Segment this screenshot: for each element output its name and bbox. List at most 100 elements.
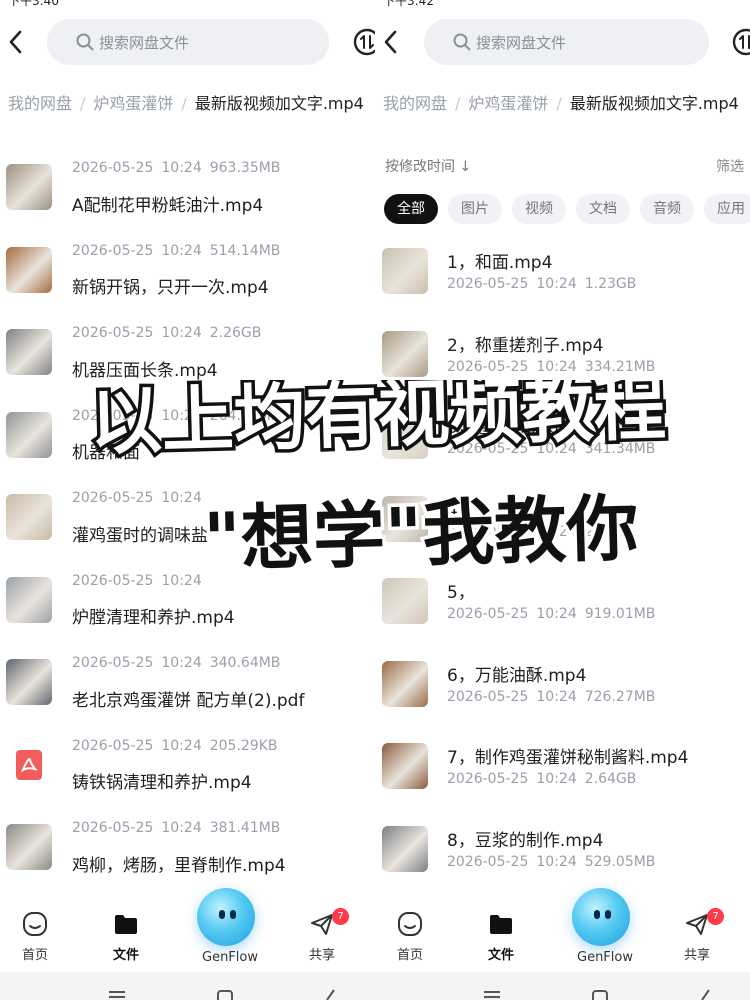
chip-category[interactable]: 应用 — [704, 194, 750, 224]
breadcrumb-folder[interactable]: 炉鸡蛋灌饼 — [93, 94, 173, 113]
video-thumbnail — [6, 576, 52, 623]
sort-toggle-icon[interactable] — [732, 28, 750, 56]
back-nav-icon[interactable] — [322, 988, 340, 1000]
back-arrow-icon[interactable] — [381, 28, 401, 56]
file-date: 2026-05-25 — [447, 771, 529, 787]
bottom-tab-bar: 首页 文件 GenFlow 7 共享 — [0, 888, 375, 970]
file-time: 10:24 — [161, 572, 202, 589]
chip-category[interactable]: 音频 — [640, 194, 694, 224]
file-row[interactable]: 8，豆浆的制作.mp4 2026-05-25 10:24 529.05MB — [375, 818, 750, 901]
file-date: 2026-05-25 — [72, 737, 154, 754]
file-time: 10:24 — [536, 441, 577, 457]
orb-eye — [605, 910, 611, 919]
tab-share[interactable]: 7 共享 — [662, 908, 732, 964]
genflow-orb-icon — [572, 888, 630, 946]
file-row[interactable]: 3，卷剂子.mp4 2026-05-25 10:24 341.34MB — [375, 405, 750, 488]
status-time: 下午3:42 — [383, 0, 434, 8]
menu-nav-icon[interactable] — [108, 988, 126, 1000]
top-bar: 搜索网盘文件 — [0, 18, 375, 66]
file-row[interactable]: 5， 2026-05-25 10:24 919.01MB — [375, 570, 750, 653]
search-input[interactable]: 搜索网盘文件 — [424, 19, 709, 65]
file-date: 2026-05-25 — [447, 853, 529, 870]
video-thumbnail — [6, 494, 52, 540]
breadcrumb-separator: / — [80, 94, 86, 113]
orb-eye — [594, 910, 600, 919]
search-icon — [453, 33, 471, 51]
menu-nav-icon[interactable] — [483, 988, 501, 1000]
file-date: 2026-05-25 — [447, 688, 529, 705]
file-time: 10:24 — [536, 523, 577, 540]
file-date: 2026-05-25 — [72, 820, 154, 836]
breadcrumb-root[interactable]: 我的网盘 — [383, 94, 447, 113]
chip-category[interactable]: 文档 — [576, 194, 630, 224]
file-meta: 2026-05-25 10:24 334.21MB — [447, 359, 655, 375]
file-row[interactable]: 6，万能油酥.mp4 2026-05-25 10:24 726.27MB — [375, 653, 750, 736]
tab-genflow[interactable]: GenFlow — [180, 888, 280, 965]
chip-category[interactable]: 视频 — [512, 194, 566, 224]
file-meta: 2026-05-25 10:24 381.41MB — [72, 820, 280, 836]
file-size: 1.23GB — [584, 276, 637, 292]
breadcrumb-root[interactable]: 我的网盘 — [8, 94, 72, 113]
video-thumbnail — [6, 824, 52, 870]
tab-share-label: 共享 — [308, 948, 335, 963]
sort-toggle-icon[interactable] — [353, 28, 375, 56]
tab-home[interactable]: 首页 — [375, 908, 445, 964]
tab-files[interactable]: 文件 — [91, 908, 161, 964]
file-row[interactable]: 4， 2026-05-25 10:24 254.6 — [375, 488, 750, 571]
sort-filter-bar: 按修改时间 ↓ 筛选 — [375, 152, 750, 178]
file-meta: 2026-05-25 10:24 340.64MB — [72, 655, 280, 671]
file-time: 10:24 — [161, 820, 202, 836]
back-nav-icon[interactable] — [697, 988, 715, 1000]
video-thumbnail — [6, 246, 52, 293]
file-date: 2026-05-25 — [72, 655, 154, 671]
file-meta: 2026-05-25 10:24 919.01MB — [447, 606, 655, 622]
sort-by-modified-button[interactable]: 按修改时间 ↓ — [385, 156, 471, 176]
tab-share[interactable]: 7 共享 — [287, 908, 357, 964]
tab-genflow-label: GenFlow — [577, 950, 633, 965]
back-arrow-icon[interactable] — [6, 28, 26, 56]
file-meta: 2026-05-25 10:24 529.05MB — [447, 854, 655, 870]
system-nav-bar — [375, 972, 750, 1000]
left-screen: 下午3:40 搜索网盘文件 我的网盘 / 炉鸡蛋灌饼 / 最新版视频加文字.mp4 20… — [0, 0, 375, 1000]
video-thumbnail — [382, 495, 428, 542]
file-time: 10:24 — [161, 490, 202, 506]
tab-home-label: 首页 — [21, 948, 48, 963]
folder-icon — [490, 915, 512, 934]
home-nav-icon[interactable] — [591, 988, 609, 1000]
file-name: 灌鸡蛋时的调味盐 — [72, 525, 208, 546]
search-icon — [76, 33, 94, 51]
breadcrumb-folder[interactable]: 炉鸡蛋灌饼 — [468, 94, 548, 113]
file-date: 2026-05-25 — [72, 572, 154, 589]
file-size: 340.64MB — [209, 655, 281, 671]
file-meta: 2026-05-25 10:24 254.6 — [447, 524, 625, 540]
file-time: 10:24 — [161, 737, 202, 754]
file-size: 341.34MB — [584, 441, 656, 457]
chip-all[interactable]: 全部 — [384, 194, 438, 224]
file-row[interactable]: 2，称重搓剂子.mp4 2026-05-25 10:24 334.21MB — [375, 323, 750, 406]
tab-share-label: 共享 — [683, 948, 710, 963]
breadcrumb: 我的网盘 / 炉鸡蛋灌饼 / 最新版视频加文字.mp4 — [383, 90, 750, 118]
chip-category[interactable]: 图片 — [448, 194, 502, 224]
tab-files[interactable]: 文件 — [466, 908, 536, 964]
file-size: 963.35MB — [209, 160, 281, 176]
file-time: 10:24 — [161, 242, 202, 259]
file-row[interactable]: 7，制作鸡蛋灌饼秘制酱料.mp4 2026-05-25 10:24 2.64GB — [375, 735, 750, 818]
file-meta: 2026-05-25 10:24 1.23GB — [447, 276, 636, 292]
tab-genflow[interactable]: GenFlow — [555, 888, 655, 965]
file-row[interactable]: 1，和面.mp4 2026-05-25 10:24 1.23GB — [375, 240, 750, 323]
file-list: 2026-05-25 10:24 963.35MB A配制花甲粉蚝油汁.mp4 2026… — [0, 160, 375, 997]
search-input[interactable]: 搜索网盘文件 — [47, 19, 329, 65]
video-thumbnail — [382, 743, 428, 789]
file-name: 铸铁锅清理和养护.mp4 — [72, 773, 252, 793]
tab-home[interactable]: 首页 — [0, 908, 70, 964]
file-time: 10:24 — [161, 407, 202, 424]
filter-button[interactable]: 筛选 — [716, 156, 744, 176]
share-badge: 7 — [707, 908, 724, 925]
file-size: 726.27MB — [584, 688, 656, 705]
file-size: 529.05MB — [584, 853, 656, 870]
video-thumbnail — [382, 825, 428, 872]
video-thumbnail — [382, 578, 428, 624]
orb-eye — [219, 910, 225, 919]
home-nav-icon[interactable] — [216, 988, 234, 1000]
file-meta: 2026-05-25 10:24 — [72, 573, 210, 589]
